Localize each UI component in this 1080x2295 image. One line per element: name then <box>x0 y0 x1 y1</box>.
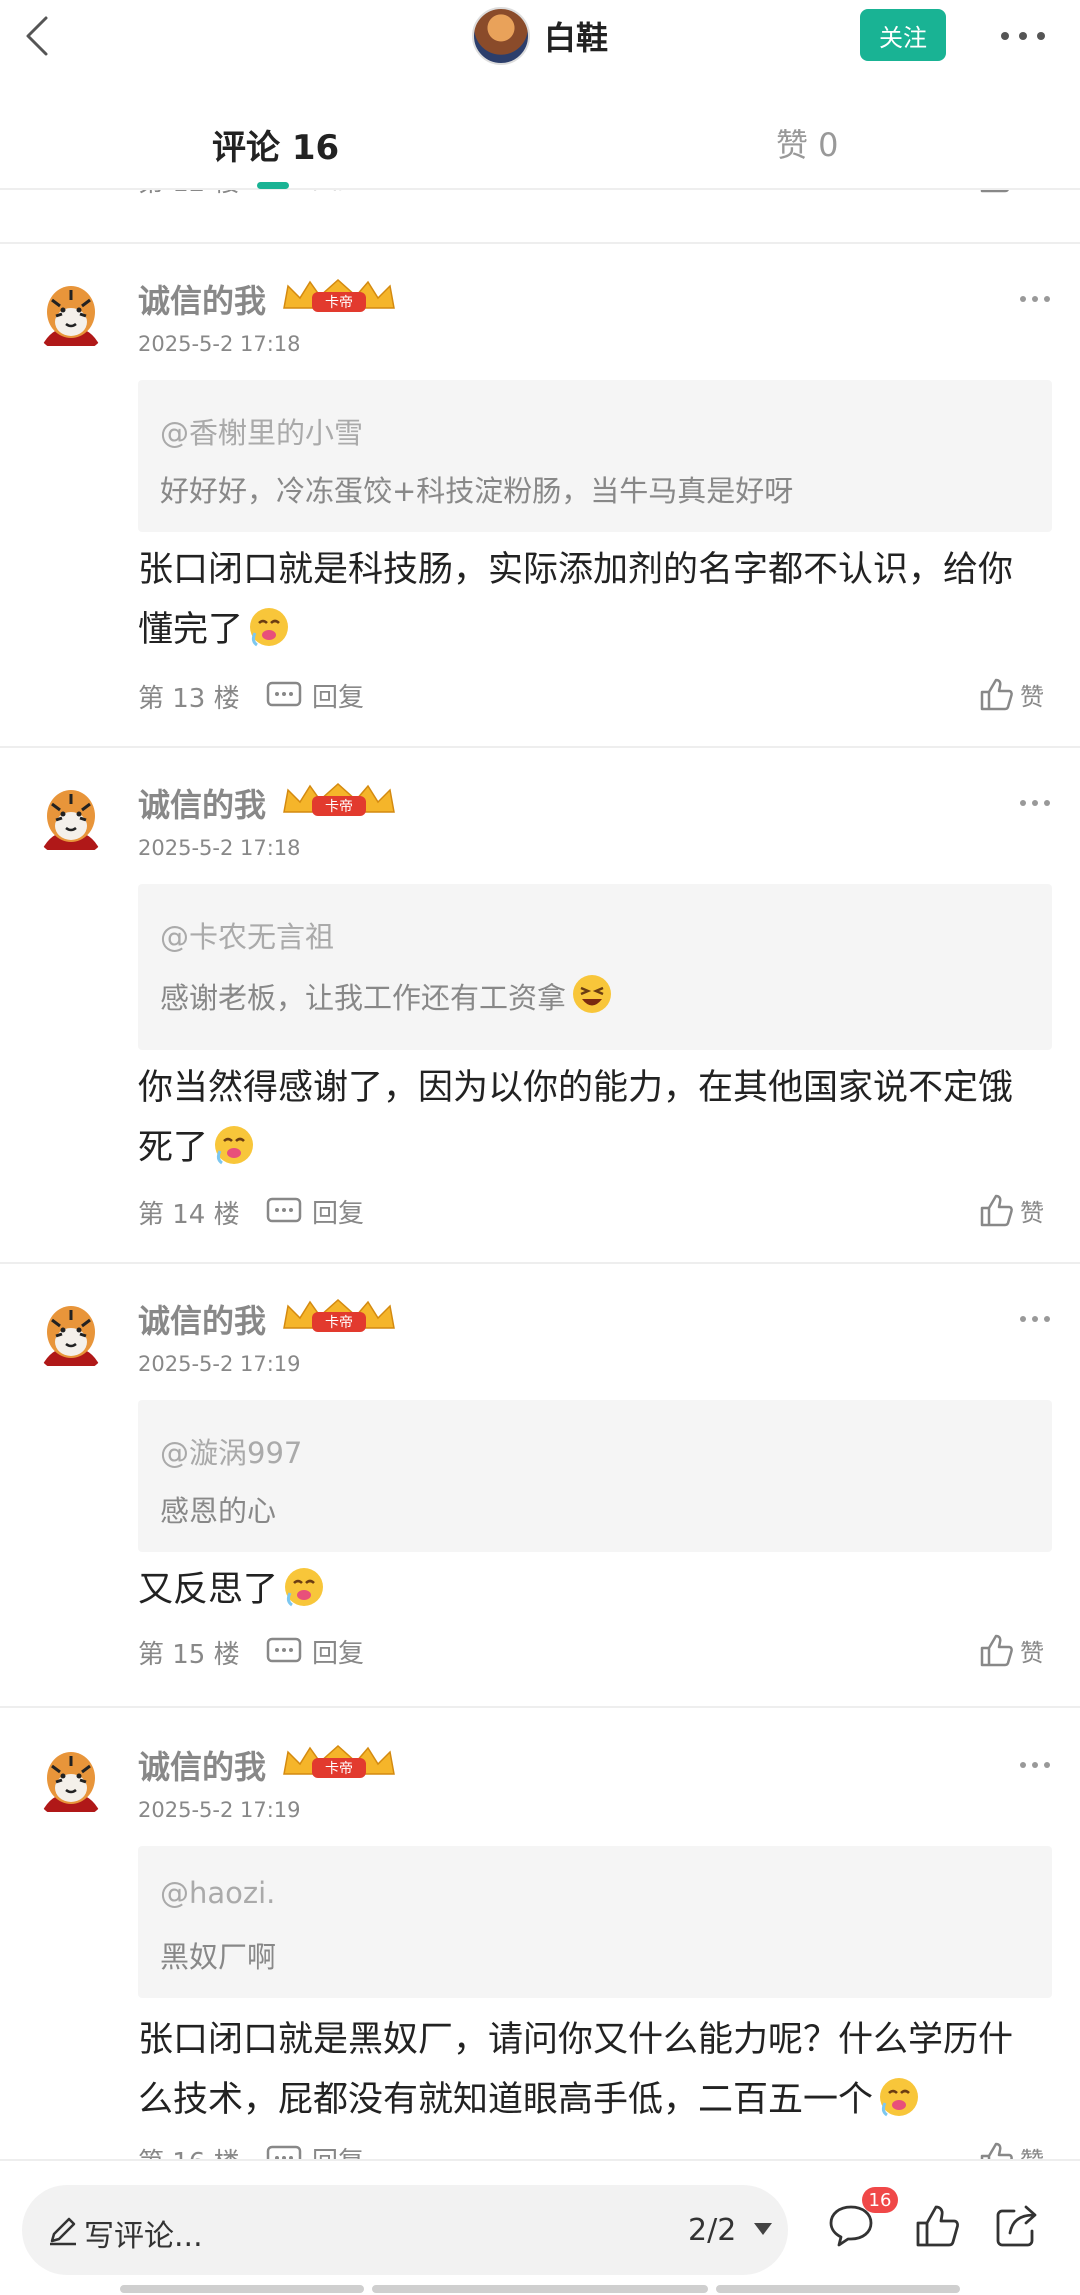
floor-number: 第 16 楼 <box>138 2142 240 2159</box>
scroll-indicator <box>372 2285 708 2293</box>
comment-text: 你当然得感谢了，因为以你的能力，在其他国家说不定饿死了 <box>138 1068 1014 1168</box>
reply-icon <box>266 2145 302 2159</box>
author-avatar[interactable] <box>472 7 530 65</box>
svg-text:卡帝: 卡帝 <box>325 799 353 815</box>
tiger-avatar[interactable] <box>32 276 110 354</box>
quoted-comment[interactable]: @卡农无言祖 感谢老板，让我工作还有工资拿 <box>138 884 1052 1050</box>
reply-button[interactable]: 回复 <box>266 2142 364 2159</box>
comment-feed[interactable]: 第 12 楼 回复 赞 诚信的我 卡帝 2025-5-2 17:18 <box>0 190 1080 2159</box>
quoted-username: @香榭里的小雪 <box>160 416 364 450</box>
write-comment-input[interactable]: 写评论... 2/2 <box>22 2185 788 2275</box>
timestamp: 2025-5-2 17:19 <box>138 1798 301 1822</box>
thumbs-up-icon <box>980 2142 1013 2159</box>
crown-badge-icon: 卡帝 <box>283 1298 395 1332</box>
drooling-face-emoji-icon <box>250 608 289 647</box>
more-options-icon[interactable] <box>996 18 1050 54</box>
quoted-text: 好好好，冷冻蛋饺+科技淀粉肠，当牛马真是好呀 <box>160 474 794 508</box>
follow-button[interactable]: 关注 <box>860 9 946 61</box>
tab-likes[interactable]: 赞 0 <box>776 120 839 166</box>
back-arrow-icon[interactable] <box>20 12 64 60</box>
quoted-username: @漩涡997 <box>160 1436 303 1470</box>
like-label: 赞 <box>1020 2141 1044 2160</box>
crown-badge-icon: 卡帝 <box>283 278 395 312</box>
drooling-face-emoji-icon <box>285 1568 324 1607</box>
reply-label: 回复 <box>312 2141 364 2160</box>
tiger-avatar[interactable] <box>32 780 110 858</box>
bottom-action-bar: 写评论... 2/2 16 <box>0 2159 1080 2295</box>
scroll-indicator <box>716 2285 960 2293</box>
tab-bar: 评论 16 赞 0 <box>0 72 1080 190</box>
pen-icon <box>50 2217 76 2246</box>
comment-body: 又反思了 <box>138 1560 1038 1620</box>
tiger-avatar[interactable] <box>32 1742 110 1820</box>
comment-body: 张口闭口就是科技肠，实际添加剂的名字都不认识，给你懂完了 <box>138 540 1038 660</box>
comment-item: 诚信的我 卡帝 2025-5-2 17:19 @haozi. 黑奴厂啊 张口闭口… <box>0 1656 1080 2159</box>
active-tab-indicator <box>257 182 289 189</box>
timestamp: 2025-5-2 17:19 <box>138 1352 301 1376</box>
username[interactable]: 诚信的我 <box>138 276 266 322</box>
comment-more-icon[interactable] <box>1018 1312 1052 1326</box>
author-info[interactable]: 白鞋 <box>472 6 608 66</box>
svg-text:卡帝: 卡帝 <box>325 1761 353 1777</box>
comment-more-icon[interactable] <box>1018 292 1052 306</box>
username[interactable]: 诚信的我 <box>138 780 266 826</box>
top-bar: 白鞋 关注 <box>0 0 1080 72</box>
quoted-text: 感恩的心 <box>160 1494 277 1528</box>
quoted-comment[interactable]: @haozi. 黑奴厂啊 <box>138 1846 1052 1998</box>
quoted-username: @haozi. <box>160 1876 276 1910</box>
tab-comments[interactable]: 评论 16 <box>212 120 339 169</box>
timestamp: 2025-5-2 17:18 <box>138 332 301 356</box>
thumbs-up-icon[interactable] <box>912 2201 962 2251</box>
page-indicator[interactable]: 2/2 <box>688 2213 736 2248</box>
scroll-indicator <box>120 2285 364 2293</box>
quoted-text: 感谢老板，让我工作还有工资拿 <box>160 972 614 1017</box>
drooling-face-emoji-icon <box>880 2078 919 2117</box>
comment-body: 你当然得感谢了，因为以你的能力，在其他国家说不定饿死了 <box>138 1058 1038 1178</box>
caret-down-icon[interactable] <box>752 2221 774 2237</box>
comment-item: 诚信的我 卡帝 2025-5-2 17:18 @香榭里的小雪 好好好，冷冻蛋饺+… <box>0 190 1080 750</box>
write-comment-placeholder: 写评论... <box>84 2219 203 2254</box>
comment-more-icon[interactable] <box>1018 1758 1052 1772</box>
svg-text:卡帝: 卡帝 <box>325 295 353 311</box>
username[interactable]: 诚信的我 <box>138 1296 266 1342</box>
quoted-text: 黑奴厂啊 <box>160 1940 277 1974</box>
drooling-face-emoji-icon <box>215 1126 254 1165</box>
quoted-comment[interactable]: @漩涡997 感恩的心 <box>138 1400 1052 1552</box>
crown-badge-icon: 卡帝 <box>283 1744 395 1778</box>
comment-item: 诚信的我 卡帝 2025-5-2 17:18 @卡农无言祖 感谢老板，让我工作还… <box>0 694 1080 1254</box>
quoted-comment[interactable]: @香榭里的小雪 好好好，冷冻蛋饺+科技淀粉肠，当牛马真是好呀 <box>138 380 1052 532</box>
comment-count-badge: 16 <box>862 2187 898 2213</box>
comment-text: 又反思了 <box>138 1570 279 1610</box>
comment-item: 诚信的我 卡帝 2025-5-2 17:19 @漩涡997 感恩的心 又反思了 … <box>0 1210 1080 1670</box>
share-icon[interactable] <box>992 2201 1042 2251</box>
comment-more-icon[interactable] <box>1018 796 1052 810</box>
tiger-avatar[interactable] <box>32 1296 110 1374</box>
like-button[interactable]: 赞 <box>978 2138 1044 2159</box>
username[interactable]: 诚信的我 <box>138 1742 266 1788</box>
timestamp: 2025-5-2 17:18 <box>138 836 301 860</box>
crown-badge-icon: 卡帝 <box>283 782 395 816</box>
svg-text:卡帝: 卡帝 <box>325 1315 353 1331</box>
comment-body: 张口闭口就是黑奴厂，请问你又什么能力呢？什么学历什么技术，屁都没有就知道眼高手低… <box>138 2010 1038 2130</box>
quoted-username: @卡农无言祖 <box>160 920 335 954</box>
laughing-face-emoji-icon <box>573 975 612 1013</box>
author-name[interactable]: 白鞋 <box>544 13 608 59</box>
